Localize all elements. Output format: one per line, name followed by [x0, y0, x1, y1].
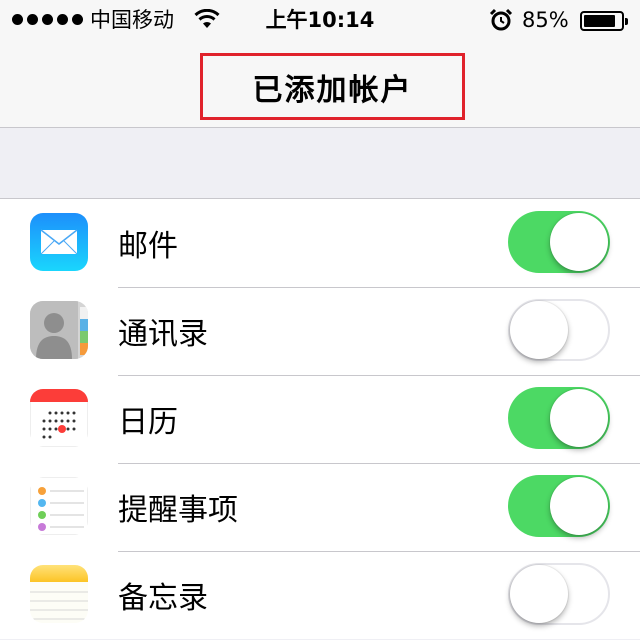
- account-services-list: 邮件 通讯录 日历 提醒事项 备忘录: [0, 198, 640, 639]
- list-item-contacts: 通讯录: [0, 287, 640, 375]
- reminders-icon: [30, 477, 88, 535]
- item-label: 提醒事项: [118, 493, 238, 528]
- item-label: 日历: [118, 405, 178, 440]
- battery-fill: [584, 15, 615, 27]
- list-item-reminders: 提醒事项: [0, 463, 640, 551]
- calendar-icon: [30, 389, 88, 447]
- navigation-bar: 已添加帐户: [0, 40, 640, 128]
- contacts-icon: [30, 301, 88, 359]
- item-label: 备忘录: [118, 581, 208, 616]
- page-title: 已添加帐户: [252, 72, 413, 108]
- battery-percentage: 85%: [522, 8, 569, 32]
- list-item-notes: 备忘录: [0, 551, 640, 639]
- item-label: 邮件: [118, 229, 178, 264]
- item-label: 通讯录: [118, 317, 208, 352]
- reminders-toggle[interactable]: [508, 475, 610, 537]
- list-item-mail: 邮件: [0, 199, 640, 287]
- mail-icon: [30, 213, 88, 271]
- status-bar: 中国移动 上午10:14 85%: [0, 0, 640, 40]
- list-item-calendar: 日历: [0, 375, 640, 463]
- battery-icon: [580, 11, 628, 31]
- notes-icon: [30, 565, 88, 623]
- contacts-toggle[interactable]: [508, 299, 610, 361]
- notes-toggle[interactable]: [508, 563, 610, 625]
- title-highlight-box: 已添加帐户: [200, 53, 465, 120]
- alarm-icon: [489, 8, 513, 31]
- mail-toggle[interactable]: [508, 211, 610, 273]
- calendar-toggle[interactable]: [508, 387, 610, 449]
